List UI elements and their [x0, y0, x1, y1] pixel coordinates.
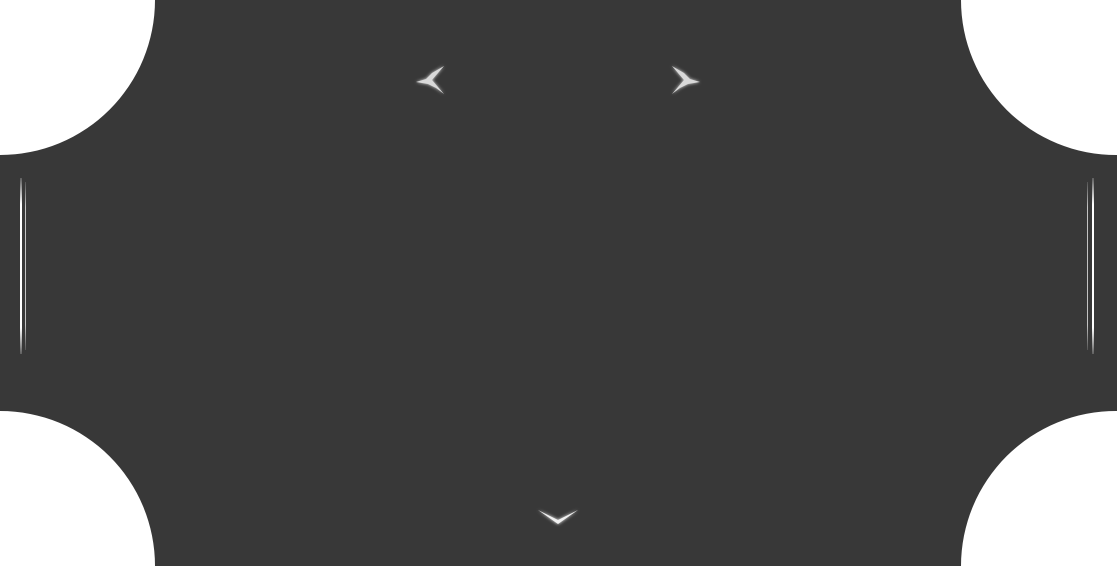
expand-toggle-button[interactable] — [530, 500, 586, 532]
left-side-bar — [16, 178, 30, 354]
game-panel — [0, 0, 1117, 566]
panel-background — [0, 0, 1117, 566]
chevron-down-icon — [538, 510, 578, 524]
right-side-bar — [1084, 178, 1098, 354]
fish-arrow-right-icon — [672, 66, 700, 94]
fish-arrow-left-icon — [416, 66, 444, 94]
next-button[interactable] — [666, 60, 706, 100]
prev-button[interactable] — [410, 60, 450, 100]
